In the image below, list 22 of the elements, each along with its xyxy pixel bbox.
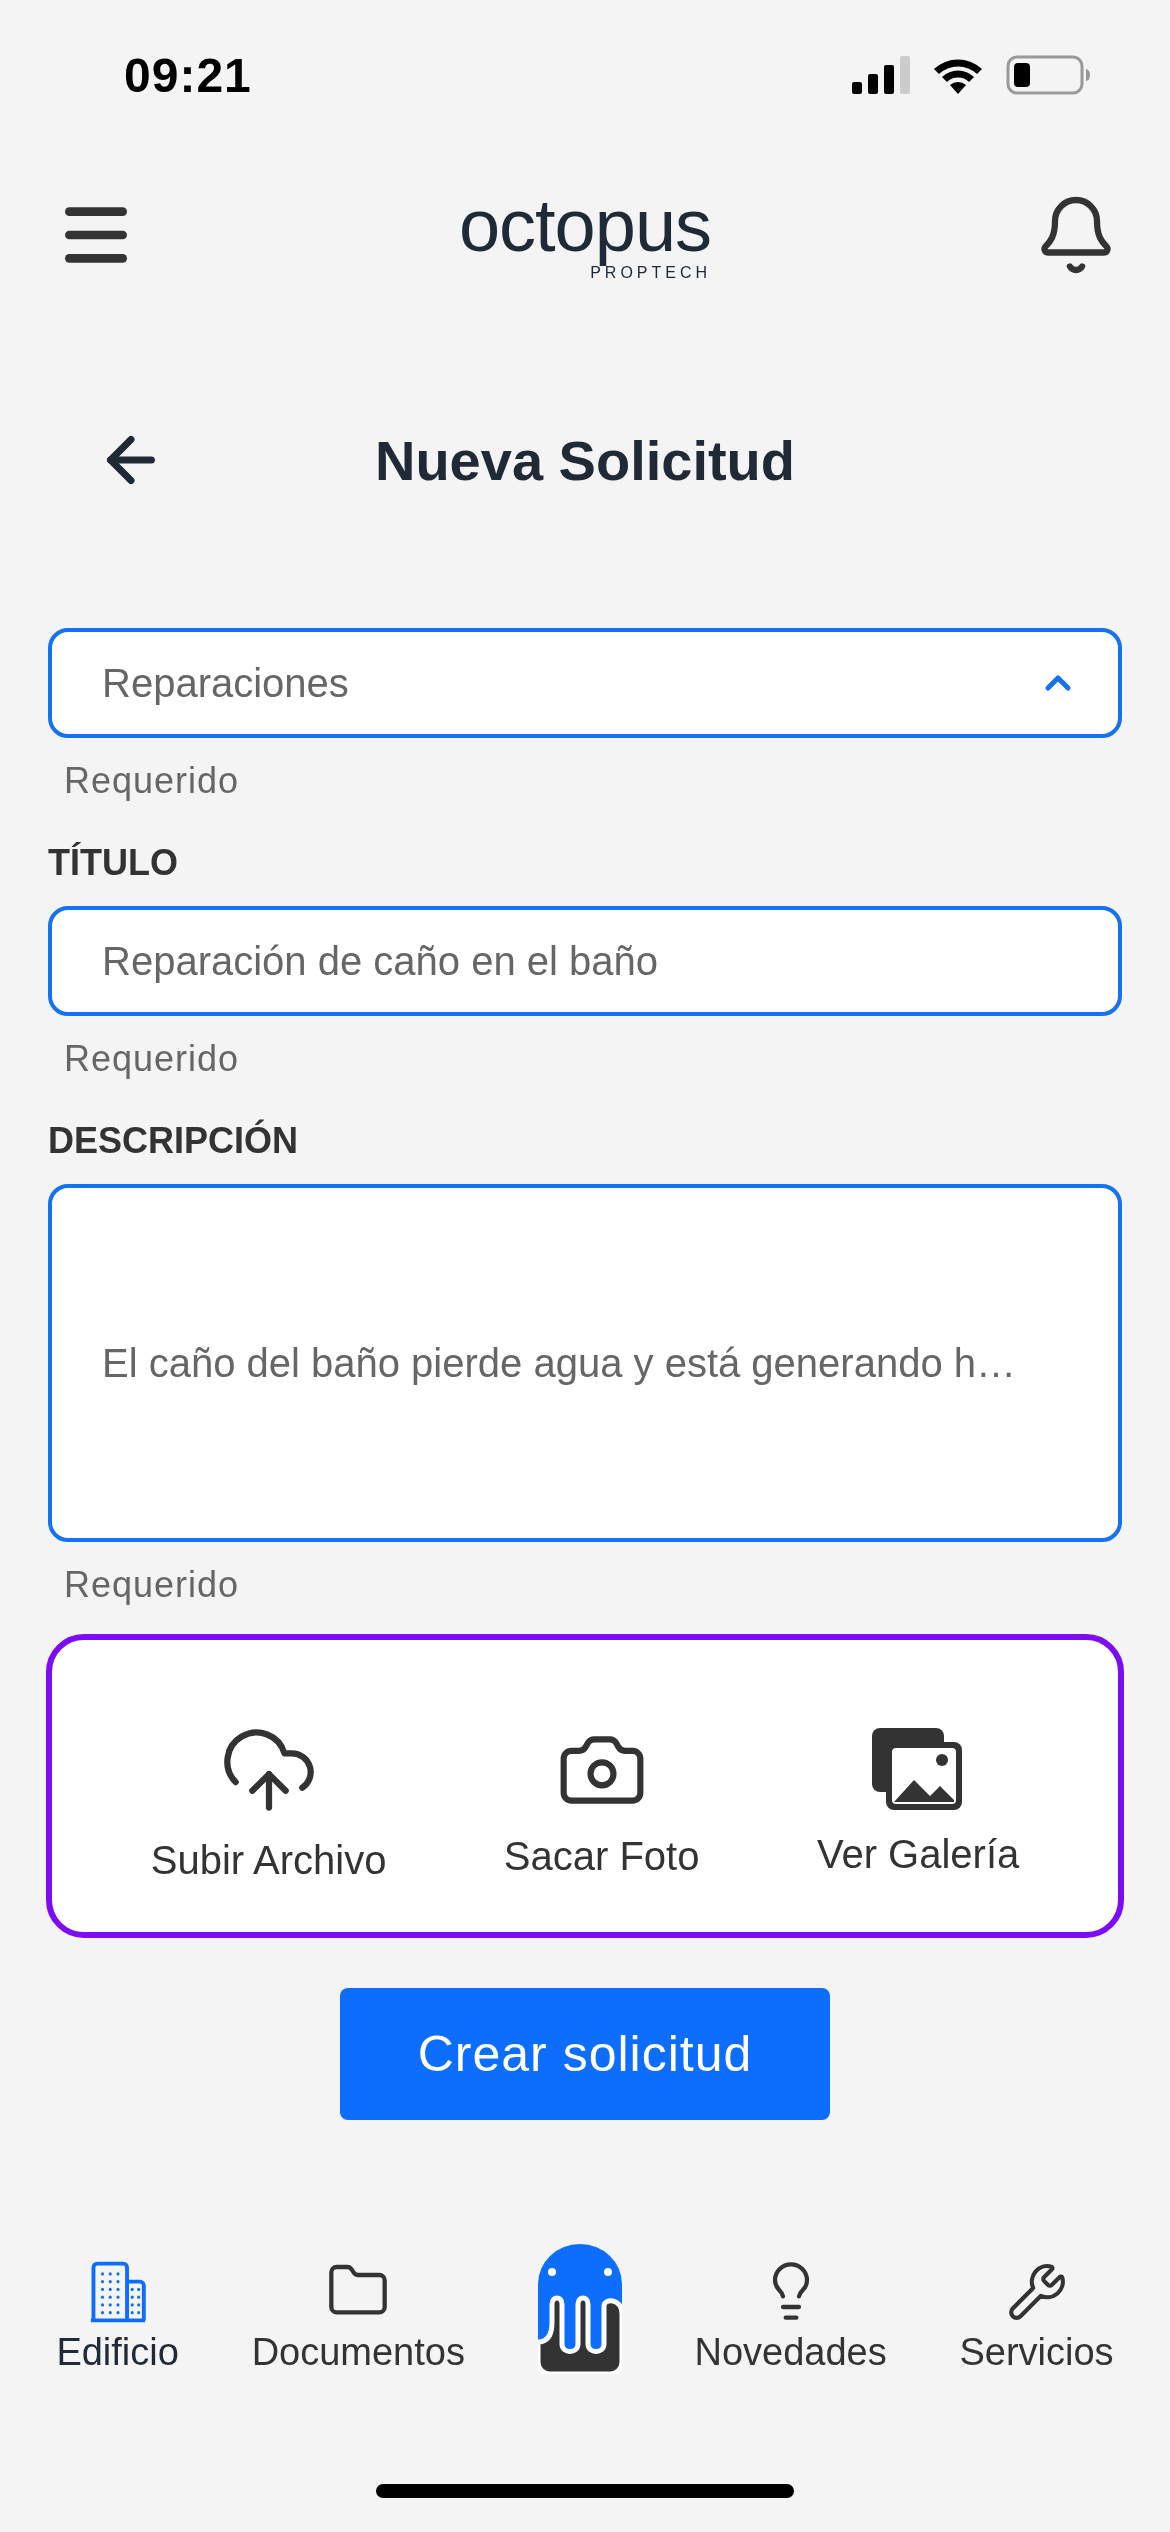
nav-tab[interactable]: Edificio [56,2261,179,2374]
description-field[interactable]: El caño del baño pierde agua y está generando h… [48,1184,1122,1542]
required-hint: Requerido [64,1564,240,1606]
attachment-button[interactable]: Subir Archivo [150,1719,387,1883]
category-select[interactable]: Reparaciones [48,628,1122,738]
battery-icon [1006,55,1090,95]
nav-tab[interactable]: Documentos [251,2259,465,2374]
required-hint: Requerido [64,760,240,802]
logo-subtitle: PROPTECH [590,265,712,281]
create-request-button[interactable]: Crear solicitud [340,1988,830,2120]
octopus-logo-icon[interactable] [537,2244,622,2374]
field-label: DESCRIPCIÓN [48,1120,299,1162]
required-hint: Requerido [64,1038,240,1080]
attachment-button[interactable]: Sacar Foto [503,1723,700,1879]
page-title: Nueva Solicitud [374,427,796,493]
signal-icon [852,56,910,94]
status-time: 09:21 [124,47,252,103]
title-field[interactable]: Reparación de caño en el baño [48,906,1122,1016]
attachment-button[interactable]: Ver Galería [816,1725,1020,1877]
nav-tab[interactable]: Novedades [694,2259,887,2374]
nav-tab[interactable]: Servicios [959,2261,1114,2374]
field-label: TÍTULO [48,842,178,884]
